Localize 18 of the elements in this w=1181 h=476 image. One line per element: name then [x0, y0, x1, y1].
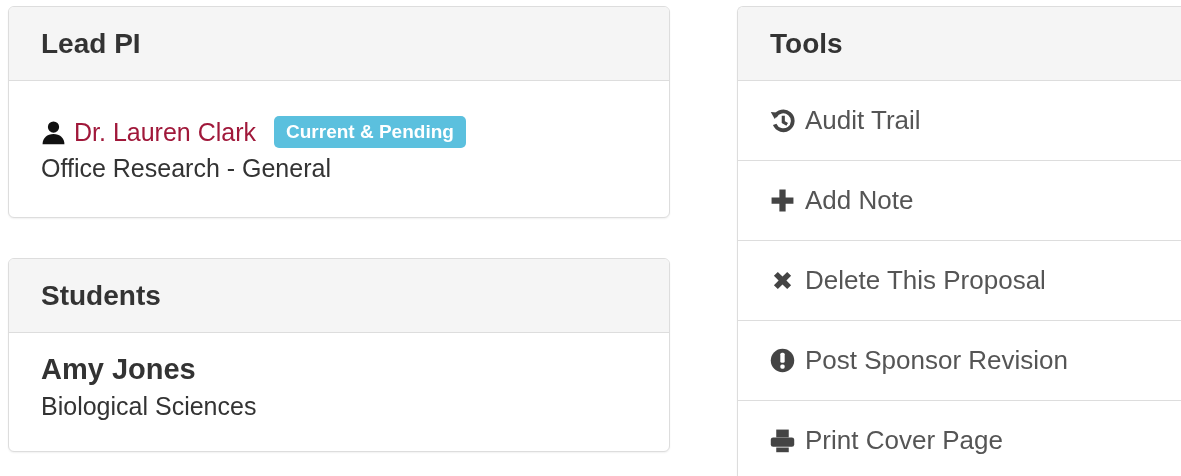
panel-title: Tools — [738, 7, 1181, 81]
user-icon — [41, 119, 66, 145]
exclamation-circle-icon — [770, 348, 795, 373]
panel-title: Lead PI — [9, 7, 669, 81]
tool-link[interactable]: Print Cover Page — [738, 401, 1181, 476]
printer-icon — [770, 428, 795, 453]
tool-link[interactable]: Add Note — [738, 161, 1181, 241]
tool-link[interactable]: Delete This Proposal — [738, 241, 1181, 321]
panel-title: Students — [9, 259, 669, 333]
department-text: Office Research - General — [41, 153, 332, 184]
tool-link[interactable]: Audit Trail — [738, 81, 1181, 161]
plus-icon — [770, 188, 795, 213]
history-icon — [770, 108, 795, 133]
department-text: Biological Sciences — [41, 391, 258, 422]
tool-link[interactable]: Post Sponsor Revision — [738, 321, 1181, 401]
status-badge: Current & Pending — [274, 116, 466, 148]
student-name: Amy Jones — [41, 352, 197, 387]
person-link[interactable]: Dr. Lauren Clark — [74, 117, 257, 147]
